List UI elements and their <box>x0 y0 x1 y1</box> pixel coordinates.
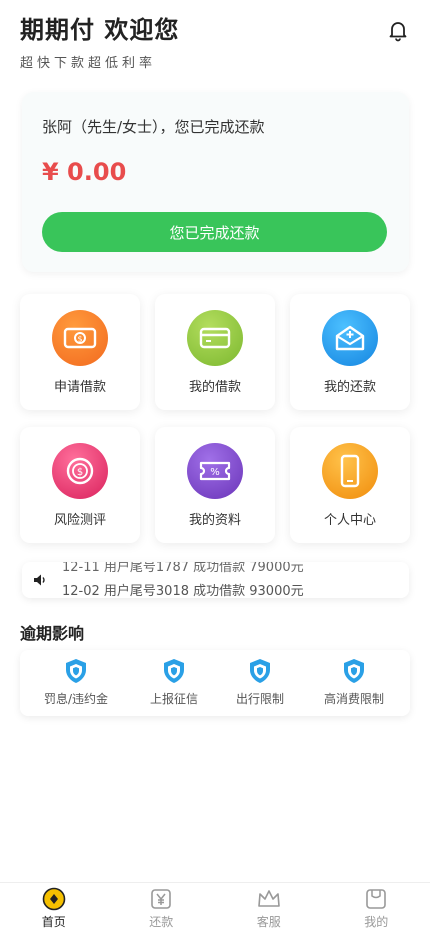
overdue-item-label: 罚息/违约金 <box>43 692 109 706</box>
repayment-status-card: 张阿（先生/女士），您已完成还款 ¥ 0.00 您已完成还款 <box>22 92 409 272</box>
tab-label: 首页 <box>41 915 66 929</box>
yen-icon <box>151 889 172 909</box>
speaker-icon <box>34 574 45 586</box>
bottom-tab-bar: 首页 还款 客服 我的 <box>0 882 430 932</box>
menu-label: 申请借款 <box>53 380 106 395</box>
loan-ticker: 12-11 用户尾号1787 成功借款 79000元 12-02 用户尾号301… <box>22 562 409 598</box>
menu-label: 个人中心 <box>323 513 376 528</box>
menu-label: 我的借款 <box>188 380 241 395</box>
amount-due: ¥ 0.00 <box>42 158 127 186</box>
tab-label: 客服 <box>256 915 281 929</box>
ticker-current-line: 12-02 用户尾号3018 成功借款 93000元 <box>62 584 304 598</box>
tab-mine[interactable]: 我的 <box>323 883 430 932</box>
status-message: 张阿（先生/女士），您已完成还款 <box>42 118 265 136</box>
bell-icon[interactable] <box>386 18 410 42</box>
card-icon <box>187 310 243 366</box>
overdue-item-label: 上报征信 <box>149 692 198 706</box>
tab-home[interactable]: 首页 <box>0 883 108 932</box>
shield-icon <box>164 659 184 683</box>
header: 期期付 欢迎您 超快下款超低利率 <box>20 14 410 74</box>
tab-customer-service[interactable]: 客服 <box>215 883 323 932</box>
ticker-previous-line: 12-11 用户尾号1787 成功借款 79000元 <box>62 562 304 575</box>
banknote-icon: $ <box>52 310 108 366</box>
overdue-item-label: 高消费限制 <box>323 692 384 706</box>
menu-apply-loan[interactable]: $ 申请借款 <box>20 294 140 410</box>
overdue-item: 上报征信 <box>126 658 222 712</box>
menu-label: 我的资料 <box>188 513 241 528</box>
home-coin-icon <box>42 887 66 911</box>
overdue-item-label: 出行限制 <box>235 692 284 706</box>
tab-label: 我的 <box>364 915 389 929</box>
repayment-complete-button[interactable]: 您已完成还款 <box>42 212 387 252</box>
tab-label: 还款 <box>149 915 174 929</box>
svg-text:$: $ <box>77 335 82 344</box>
crown-icon <box>257 890 280 907</box>
shield-icon <box>344 659 364 683</box>
menu-my-profile[interactable]: % 我的资料 <box>155 427 275 543</box>
wallet-icon <box>366 889 387 909</box>
overdue-section-title: 逾期影响 <box>20 624 85 643</box>
ticket-icon: % <box>187 443 243 499</box>
menu-label: 风险测评 <box>53 513 106 528</box>
envelope-icon <box>322 310 378 366</box>
overdue-item: 出行限制 <box>212 658 308 712</box>
phone-icon <box>322 443 378 499</box>
overdue-item: 罚息/违约金 <box>28 658 124 712</box>
shield-icon <box>250 659 270 683</box>
tab-repay[interactable]: 还款 <box>108 883 216 932</box>
page-subtitle: 超快下款超低利率 <box>20 56 157 71</box>
coin-icon: $ <box>52 443 108 499</box>
menu-my-loans[interactable]: 我的借款 <box>155 294 275 410</box>
menu-personal-center[interactable]: 个人中心 <box>290 427 410 543</box>
menu-risk-assessment[interactable]: $ 风险测评 <box>20 427 140 543</box>
svg-text:$: $ <box>77 467 83 478</box>
overdue-impact-card: 罚息/违约金 上报征信 出行限制 高消费限制 <box>20 650 410 716</box>
menu-my-repayments[interactable]: 我的还款 <box>290 294 410 410</box>
shield-icon <box>66 659 86 683</box>
menu-label: 我的还款 <box>323 380 376 395</box>
svg-text:%: % <box>210 467 220 478</box>
page-title: 期期付 欢迎您 <box>20 16 180 44</box>
overdue-item: 高消费限制 <box>306 658 402 712</box>
